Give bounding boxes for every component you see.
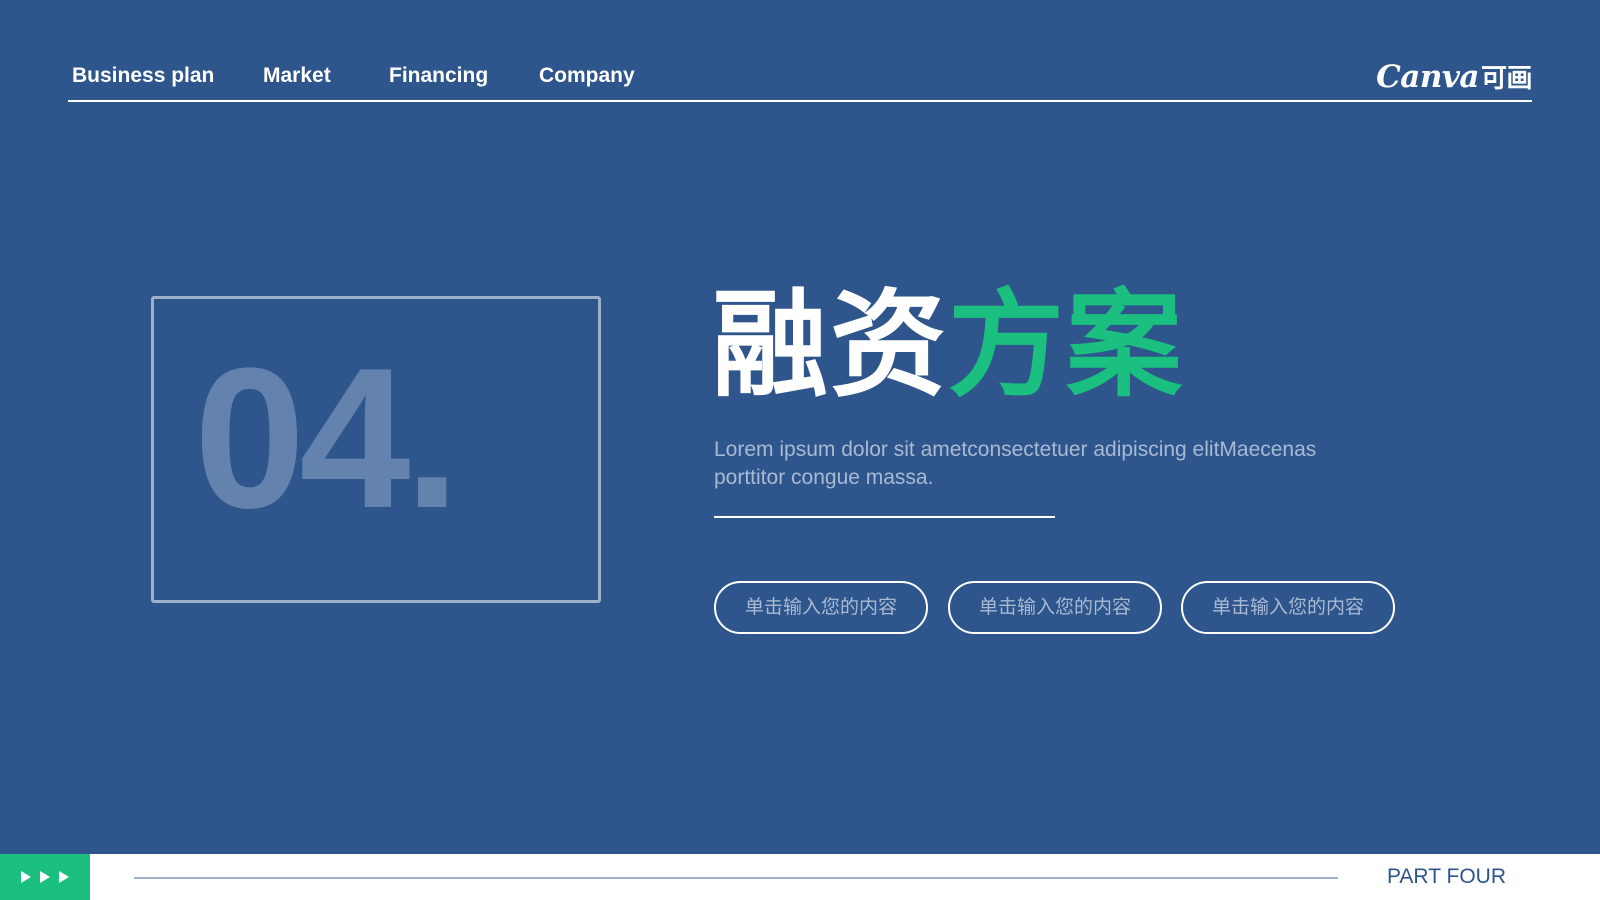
section-number-frame: 04. [151,296,601,603]
triple-play-icon[interactable] [0,854,90,900]
nav-item-financing[interactable]: Financing [389,64,488,88]
content-pill-button-2[interactable]: 单击输入您的内容 [948,581,1162,634]
top-navigation: Business plan Market Financing Company C… [68,58,1533,102]
divider-line [714,516,1055,518]
content-pill-button-1[interactable]: 单击输入您的内容 [714,581,928,634]
play-icon [21,871,31,883]
canva-logo: Canva可画 [1376,58,1532,95]
logo-cn-text: 可画 [1480,64,1533,94]
play-icon [59,871,69,883]
nav-item-market[interactable]: Market [263,64,331,88]
section-title: 融资方案 [712,280,1184,410]
section-subtitle: Lorem ipsum dolor sit ametconsectetuer a… [714,438,1317,489]
play-icon [40,871,50,883]
footer-divider [134,877,1338,879]
section-title-part2: 方案 [948,280,1184,410]
nav-item-company[interactable]: Company [539,64,635,88]
section-title-part1: 融资 [712,280,948,410]
logo-latin-text: Canva [1376,59,1479,95]
nav-item-business-plan[interactable]: Business plan [72,64,214,88]
part-label: PART FOUR [1386,865,1506,888]
content-pill-button-3[interactable]: 单击输入您的内容 [1181,581,1395,634]
section-number: 04. [194,327,460,550]
footer-bar: PART FOUR [0,854,1600,900]
